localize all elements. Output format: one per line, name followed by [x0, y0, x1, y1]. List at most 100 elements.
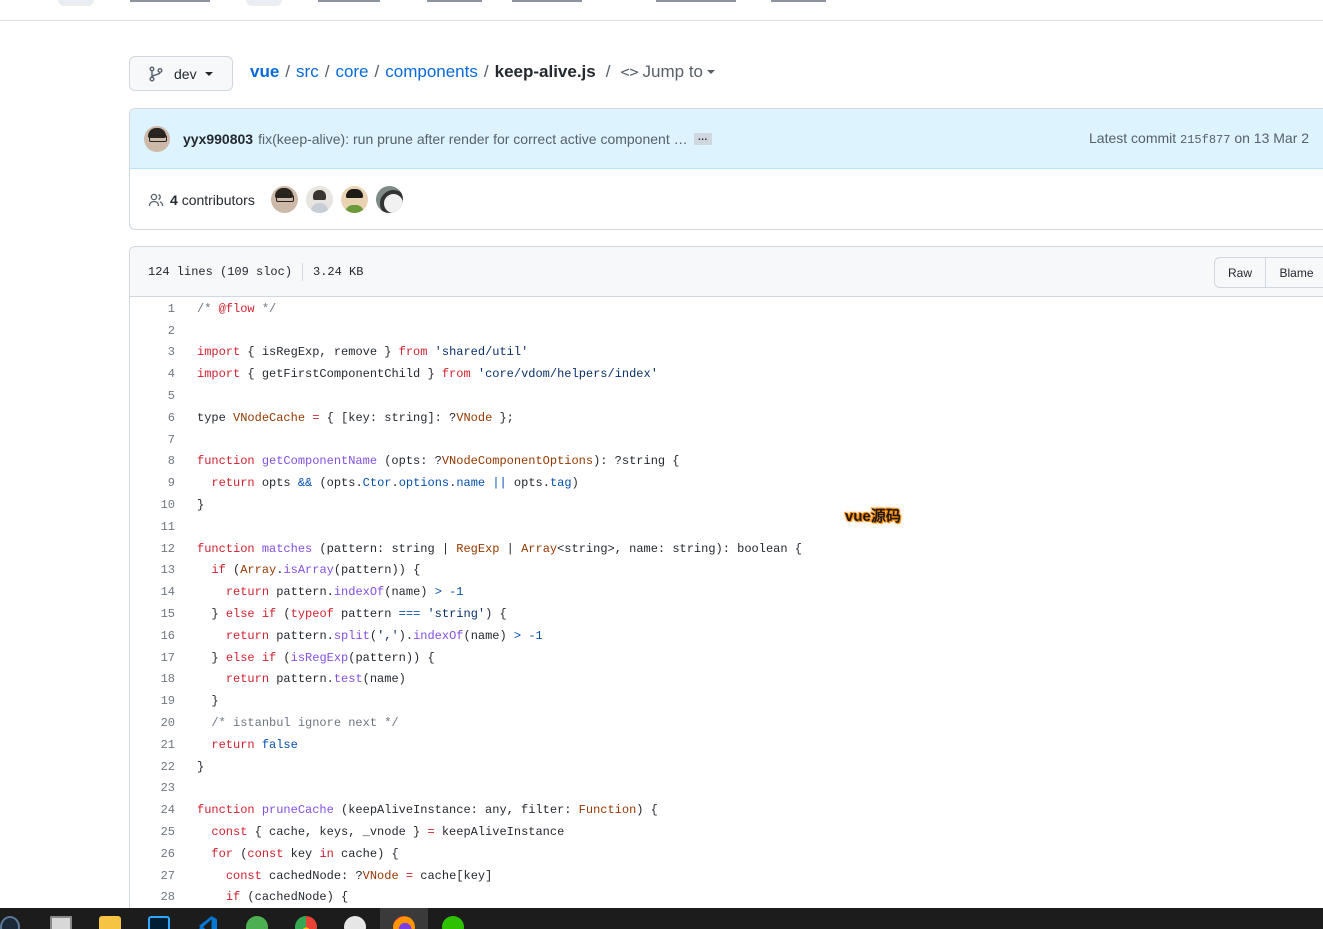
nav-tab-insights[interactable]	[771, 0, 826, 2]
line-code: function getComponentName (opts: ?VNodeC…	[197, 454, 680, 469]
expand-commit-button[interactable]: …	[693, 132, 712, 145]
branch-select-button[interactable]: dev	[129, 56, 233, 91]
line-number[interactable]: 18	[130, 672, 175, 686]
raw-button[interactable]: Raw	[1214, 257, 1266, 288]
code-line: 15 } else if (typeof pattern === 'string…	[130, 603, 1323, 625]
line-number[interactable]: 15	[130, 607, 175, 621]
line-number[interactable]: 8	[130, 454, 175, 468]
nav-tab-actions[interactable]	[318, 0, 380, 2]
contributors-label: contributors	[181, 191, 255, 208]
code-line: 21 return false	[130, 734, 1323, 756]
branch-name: dev	[174, 65, 197, 82]
line-number[interactable]: 2	[130, 324, 175, 338]
blame-button[interactable]: Blame	[1266, 257, 1323, 288]
file-actions: Raw Blame	[1214, 257, 1323, 288]
code-line: 12 function matches (pattern: string | Re…	[130, 538, 1323, 560]
commit-date: on 13 Mar 2	[1234, 130, 1310, 146]
line-code: for (const key in cache) {	[211, 846, 399, 861]
line-number[interactable]: 13	[130, 563, 175, 577]
nav-tab-pulls-counter[interactable]	[246, 0, 282, 6]
file-lines-info: 124 lines (109 sloc)	[148, 264, 293, 279]
author-avatar[interactable]	[144, 125, 170, 152]
wechat-icon[interactable]	[442, 916, 464, 929]
line-number[interactable]: 11	[130, 520, 175, 534]
line-number[interactable]: 28	[130, 890, 175, 904]
code-line: 4 import { getFirstComponentChild } from …	[130, 363, 1323, 385]
code-line: 24 function pruneCache (keepAliveInstance…	[130, 799, 1323, 821]
line-number[interactable]: 27	[130, 869, 175, 883]
latest-commit-bar: yyx990803 fix(keep-alive): run prune aft…	[130, 109, 1323, 169]
folder-icon[interactable]	[99, 916, 121, 929]
file-header: 124 lines (109 sloc) 3.24 KB Raw Blame	[130, 247, 1323, 297]
contributor-avatar[interactable]	[305, 186, 333, 213]
nav-tab-wiki[interactable]	[512, 0, 582, 2]
line-code: return opts && (opts.Ctor.options.name |…	[211, 476, 579, 491]
line-number[interactable]: 25	[130, 825, 175, 839]
line-code: if (cachedNode) {	[225, 890, 349, 905]
latest-commit-info: Latest commit 215f877 on 13 Mar 2	[1089, 130, 1309, 147]
line-number[interactable]: 12	[130, 542, 175, 556]
line-number[interactable]: 21	[130, 738, 175, 752]
commit-author-link[interactable]: yyx990803	[183, 131, 253, 147]
line-code: type VNodeCache = { [key: string]: ?VNod…	[197, 410, 514, 425]
line-number[interactable]: 1	[130, 302, 175, 316]
commit-sha-link[interactable]: 215f877	[1180, 133, 1230, 147]
breadcrumb-separator: /	[374, 62, 380, 81]
line-number[interactable]: 4	[130, 367, 175, 381]
steam-icon[interactable]	[0, 916, 20, 929]
line-number[interactable]: 26	[130, 847, 175, 861]
line-code: import { isRegExp, remove } from 'shared…	[197, 345, 529, 360]
windows-taskbar	[0, 908, 1323, 929]
contributor-avatar[interactable]	[340, 186, 368, 213]
line-code: } else if (isRegExp(pattern)) {	[197, 650, 435, 665]
line-number[interactable]: 5	[130, 389, 175, 403]
code-icon: <>	[620, 63, 639, 81]
line-code: if (Array.isArray(pattern)) {	[211, 563, 421, 578]
breadcrumb-src-link[interactable]: src	[296, 62, 319, 82]
code-line: 3 import { isRegExp, remove } from 'share…	[130, 342, 1323, 364]
line-number[interactable]: 10	[130, 498, 175, 512]
nav-tab-issues[interactable]	[130, 0, 210, 2]
breadcrumb-file-name: keep-alive.js	[494, 62, 596, 81]
line-code: /* @flow */	[197, 301, 277, 316]
breadcrumb-components-link[interactable]: components	[385, 62, 478, 82]
line-number[interactable]: 9	[130, 476, 175, 490]
caret-down-icon	[707, 70, 716, 74]
line-number[interactable]: 16	[130, 629, 175, 643]
breadcrumb-separator: /	[605, 62, 611, 81]
line-number[interactable]: 14	[130, 585, 175, 599]
contributor-avatar[interactable]	[375, 186, 403, 213]
vscode-icon[interactable]	[197, 916, 219, 929]
breadcrumb-core-link[interactable]: core	[335, 62, 368, 82]
line-number[interactable]: 24	[130, 803, 175, 817]
breadcrumb-repo-link[interactable]: vue	[250, 62, 279, 82]
line-number[interactable]: 7	[130, 433, 175, 447]
line-code: }	[197, 759, 205, 774]
commit-message-link[interactable]: fix(keep-alive): run prune after render …	[258, 131, 688, 147]
code-line: 16 return pattern.split(',').indexOf(nam…	[130, 625, 1323, 647]
app-icon[interactable]	[344, 916, 366, 929]
line-number[interactable]: 19	[130, 694, 175, 708]
task-view-icon[interactable]	[50, 916, 72, 929]
contributors-link[interactable]: 4 contributors	[170, 192, 255, 208]
contributor-avatar[interactable]	[270, 186, 298, 213]
photoshop-icon[interactable]	[148, 916, 170, 929]
line-number[interactable]: 17	[130, 651, 175, 665]
jump-to-button[interactable]: <> Jump to	[620, 62, 716, 82]
app-icon[interactable]	[246, 916, 268, 929]
nav-tab-security[interactable]	[656, 0, 736, 2]
line-number[interactable]: 22	[130, 760, 175, 774]
line-code: return pattern.test(name)	[225, 672, 406, 687]
code-line: 7	[130, 429, 1323, 451]
code-line: 5	[130, 385, 1323, 407]
nav-tab-code[interactable]	[58, 0, 94, 6]
nav-tab-projects[interactable]	[427, 0, 482, 2]
line-number[interactable]: 20	[130, 716, 175, 730]
line-number[interactable]: 23	[130, 781, 175, 795]
chrome-icon[interactable]	[295, 916, 317, 929]
code-line: 10}	[130, 494, 1323, 516]
code-line: 27 const cachedNode: ?VNode = cache[key]	[130, 865, 1323, 887]
line-number[interactable]: 3	[130, 345, 175, 359]
line-number[interactable]: 6	[130, 411, 175, 425]
line-code: return pattern.indexOf(name) > -1	[225, 585, 464, 600]
